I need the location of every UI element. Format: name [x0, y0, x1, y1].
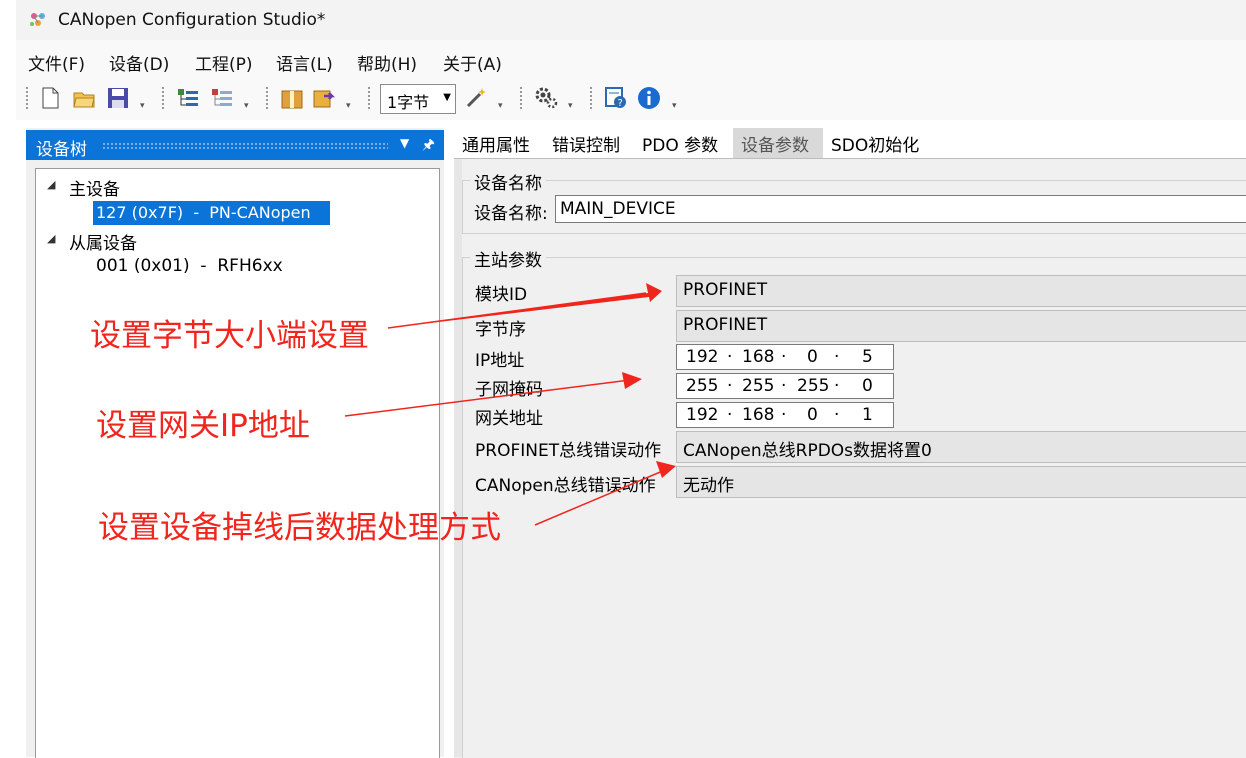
annotation-arrow [534, 469, 666, 526]
annotation-gateway: 设置网关IP地址 [96, 408, 310, 444]
annotation-arrow [387, 292, 647, 329]
annotation-arrows [344, 283, 676, 526]
annotation-arrow [656, 461, 676, 478]
annotation-byte-order: 设置字节大小端设置 [90, 318, 369, 354]
annotation-offline-handling: 设置设备掉线后数据处理方式 [98, 510, 501, 546]
annotation-arrow [622, 372, 642, 389]
annotation-arrow [344, 379, 631, 417]
annotation-arrow [388, 283, 662, 328]
